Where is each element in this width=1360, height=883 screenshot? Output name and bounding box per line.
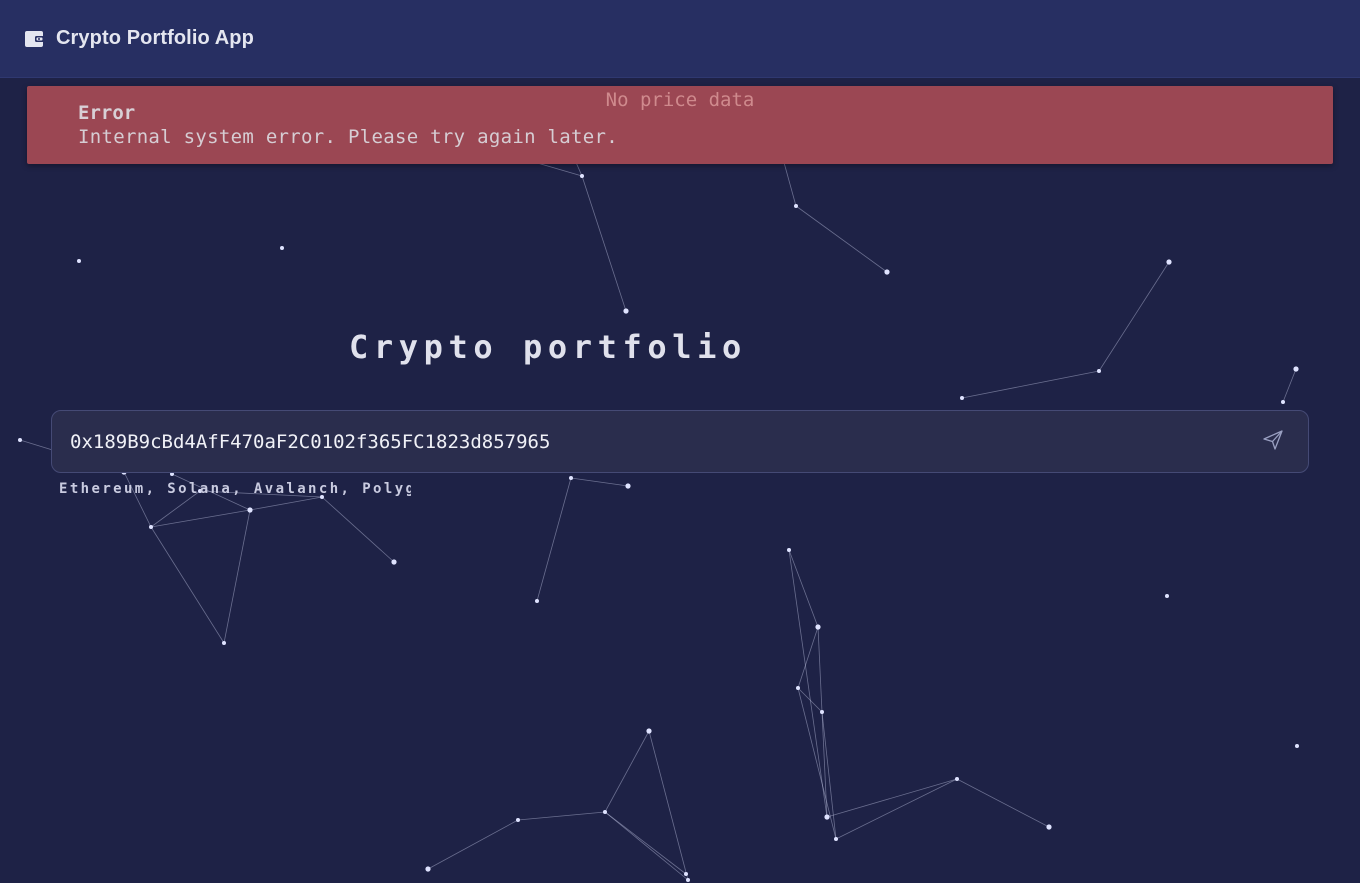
network-node — [77, 259, 81, 263]
network-edge — [1282, 368, 1297, 403]
network-node — [623, 308, 629, 314]
network-node — [1295, 744, 1299, 748]
network-edge — [321, 496, 395, 563]
network-edge — [961, 370, 1100, 399]
network-edge — [648, 730, 689, 881]
network-node — [280, 246, 284, 250]
network-node — [824, 814, 830, 820]
network-node — [1166, 259, 1172, 265]
network-node — [247, 507, 253, 513]
app-root: Crypto Portfolio App Error Internal syst… — [0, 0, 1360, 883]
network-node — [794, 204, 798, 208]
network-node — [535, 599, 539, 603]
network-edge — [788, 549, 828, 818]
page-heading: Crypto portfolio — [349, 328, 747, 366]
send-icon — [1261, 430, 1285, 455]
network-node — [603, 810, 607, 814]
supported-chains-hint: Ethereum, Solana, Avalanch, Polygon — [59, 481, 411, 497]
network-node — [787, 548, 791, 552]
network-edge — [604, 811, 689, 881]
network-node — [820, 710, 824, 714]
network-edge — [604, 730, 650, 813]
network-node — [815, 624, 821, 630]
error-message: Internal system error. Please try again … — [78, 126, 618, 148]
submit-button[interactable] — [1260, 428, 1286, 454]
network-edge — [581, 175, 627, 312]
network-node — [1046, 824, 1052, 830]
wallet-icon — [24, 29, 46, 49]
network-node — [955, 777, 959, 781]
network-node — [516, 818, 520, 822]
network-node — [1293, 366, 1299, 372]
network-edge — [788, 549, 819, 628]
network-edge — [223, 509, 251, 644]
network-node — [796, 686, 800, 690]
network-node — [425, 866, 431, 872]
network-edge — [604, 811, 687, 875]
no-price-data-text: No price data — [605, 89, 755, 111]
network-edge — [427, 819, 519, 870]
network-node — [149, 525, 153, 529]
network-node — [684, 872, 688, 876]
network-edge — [821, 711, 837, 840]
wallet-address-input[interactable] — [70, 411, 1230, 472]
network-node — [391, 559, 397, 565]
network-edge — [150, 509, 251, 528]
wallet-address-search — [51, 410, 1309, 473]
network-node — [1165, 594, 1169, 598]
network-edge — [517, 811, 606, 821]
network-node — [1281, 400, 1285, 404]
network-node — [834, 837, 838, 841]
network-edge — [536, 477, 572, 602]
network-edge — [150, 526, 225, 644]
network-node — [646, 728, 652, 734]
network-node — [960, 396, 964, 400]
network-edge — [817, 626, 823, 713]
app-title: Crypto Portfolio App — [56, 27, 254, 49]
network-node — [580, 174, 584, 178]
network-node — [884, 269, 890, 275]
network-edge — [795, 205, 888, 273]
network-edge — [956, 778, 1050, 828]
network-node — [625, 483, 631, 489]
network-node — [686, 878, 690, 882]
network-node — [18, 438, 22, 442]
top-bar: Crypto Portfolio App — [0, 0, 1360, 78]
network-edge — [570, 477, 629, 487]
network-edge — [1098, 261, 1170, 372]
network-node — [222, 641, 226, 645]
network-node — [1097, 369, 1101, 373]
network-node — [569, 476, 573, 480]
